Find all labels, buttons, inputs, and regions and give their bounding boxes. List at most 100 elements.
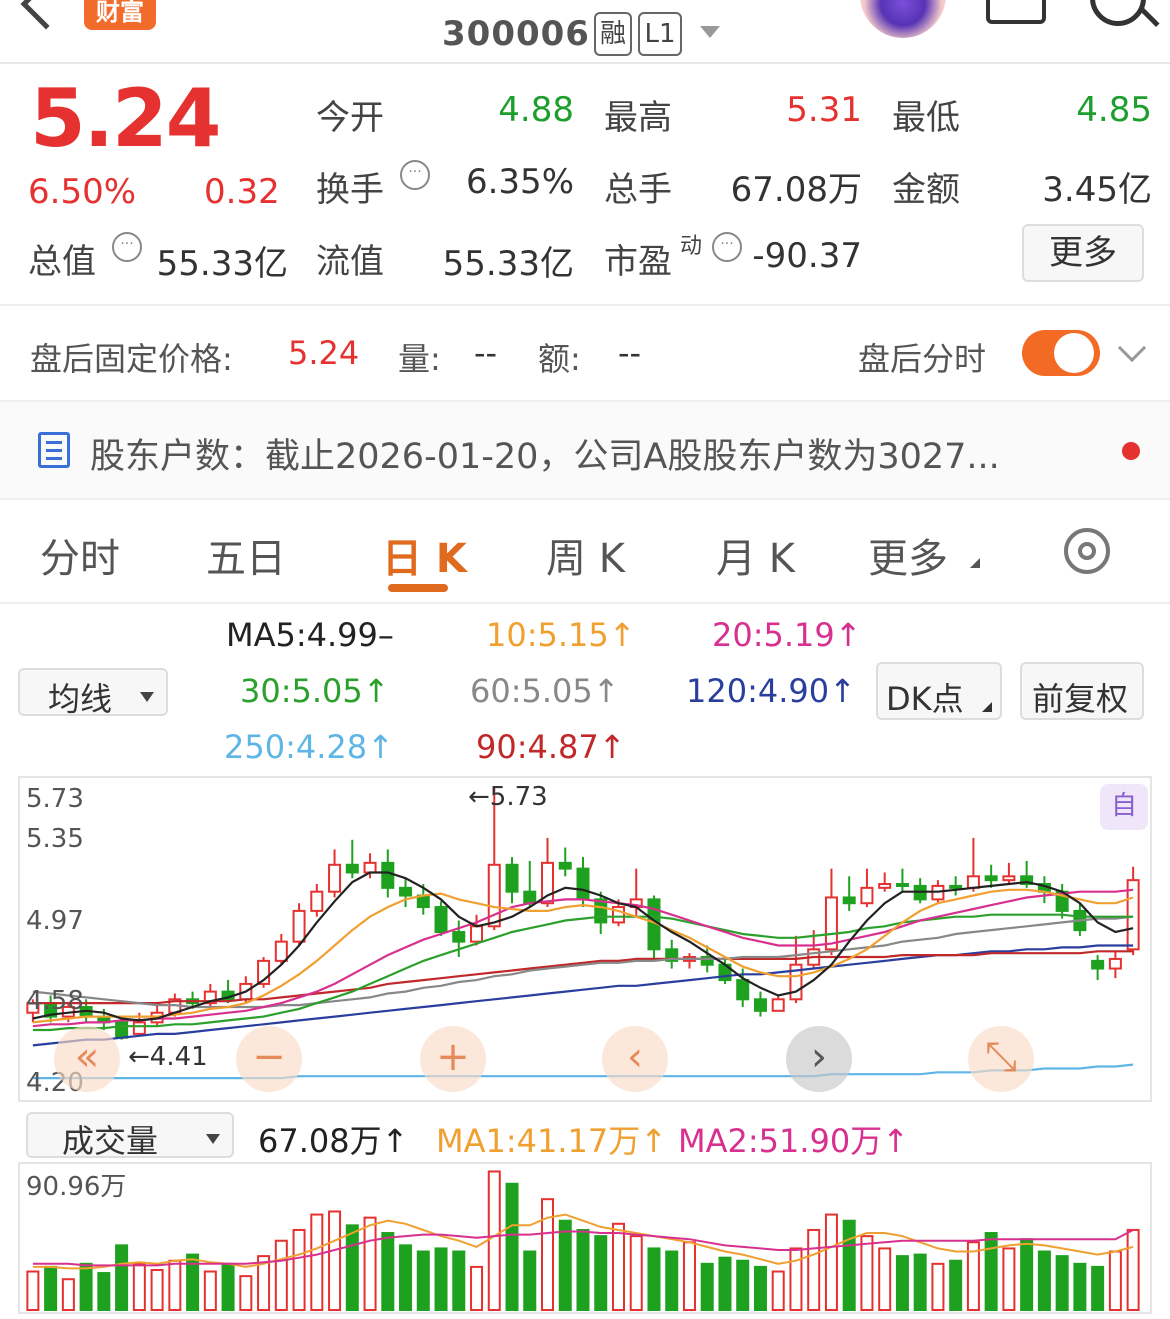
- candle: [523, 890, 537, 905]
- ma90-line: [32, 950, 1134, 1005]
- candle: [966, 875, 980, 889]
- volume-bar: [203, 1270, 217, 1311]
- scroll-right-button[interactable]: ›: [786, 1026, 852, 1092]
- candle: [381, 861, 395, 889]
- ma90-value: 90:4.87↑: [476, 728, 626, 766]
- pe-value: -90.37: [752, 236, 862, 276]
- volume-bar: [381, 1232, 395, 1311]
- high-label: 最高: [604, 98, 672, 138]
- volume-bar: [274, 1239, 288, 1311]
- info-icon[interactable]: ···: [712, 232, 742, 262]
- caret-down-icon[interactable]: [700, 26, 720, 38]
- volume-bar: [523, 1250, 537, 1312]
- candle: [753, 998, 767, 1012]
- open-value: 4.88: [498, 90, 574, 130]
- low-label: 最低: [892, 98, 960, 138]
- info-icon[interactable]: ···: [112, 232, 142, 262]
- volume-bar: [594, 1235, 608, 1311]
- volume-bar: [931, 1262, 945, 1311]
- window-icon[interactable]: [986, 0, 1046, 24]
- ma60-value: 60:5.05↑: [470, 672, 620, 710]
- volume-bar: [61, 1278, 75, 1312]
- change-percent: 6.50%: [28, 172, 137, 212]
- volume-ma1: MA1:41.17万↑: [436, 1122, 668, 1160]
- volume-chart[interactable]: 90.96万: [18, 1162, 1152, 1314]
- volume-bar: [1108, 1250, 1122, 1312]
- tab-week-k[interactable]: 周 K: [546, 526, 625, 584]
- indicator-dropdown[interactable]: 成交量: [26, 1112, 234, 1160]
- volume-bar: [895, 1255, 909, 1311]
- forward-adjust-button[interactable]: 前复权: [1020, 662, 1144, 720]
- volume-bar: [842, 1219, 856, 1312]
- candle: [132, 1021, 146, 1035]
- volume-bar: [26, 1270, 40, 1311]
- tab-more[interactable]: 更多: [868, 526, 948, 584]
- candle: [1002, 875, 1016, 882]
- scroll-left-button[interactable]: ‹: [602, 1026, 668, 1092]
- news-text[interactable]: 股东户数：截止2026-01-20，公司A股股东户数为3027...: [90, 428, 1000, 479]
- volume-bar: [452, 1250, 466, 1312]
- candle: [984, 875, 998, 882]
- volume-bar: [345, 1224, 359, 1311]
- unread-dot: [1122, 442, 1140, 460]
- more-button[interactable]: 更多: [1022, 224, 1144, 282]
- volume-current: 67.08万↑: [258, 1122, 409, 1160]
- volume-value: 67.08万: [730, 170, 862, 210]
- after-hours-vol-label: 量:: [398, 340, 441, 378]
- ma-type-dropdown[interactable]: 均线: [18, 668, 168, 718]
- volume-bar: [984, 1232, 998, 1311]
- pe-label: 市盈: [604, 242, 672, 282]
- self-select-badge[interactable]: 自: [1100, 784, 1148, 830]
- volume-bar: [470, 1265, 484, 1312]
- volume-bar: [949, 1259, 963, 1311]
- volume-bar: [150, 1268, 164, 1311]
- volume-bar: [79, 1262, 93, 1311]
- ma20-value: 20:5.19↑: [712, 616, 862, 654]
- caret-down-icon: [140, 692, 154, 702]
- candle: [895, 883, 909, 887]
- active-tab-indicator: [388, 584, 448, 592]
- tab-month-k[interactable]: 月 K: [716, 526, 795, 584]
- chevron-right-icon: ›: [811, 1034, 827, 1080]
- settings-gear-icon[interactable]: [1064, 528, 1110, 574]
- total-cap-label: 总值: [28, 242, 96, 282]
- fullscreen-button[interactable]: ⤡: [968, 1026, 1034, 1092]
- candle: [771, 998, 785, 1012]
- candle: [399, 886, 413, 897]
- candle: [736, 979, 750, 1001]
- volume-bar: [115, 1244, 129, 1311]
- volume-svg: [26, 1170, 1140, 1312]
- plus-icon: +: [436, 1034, 470, 1080]
- candle: [328, 863, 342, 893]
- info-icon[interactable]: ···: [400, 160, 430, 190]
- volume-bar: [913, 1253, 927, 1311]
- volume-bar: [1091, 1265, 1105, 1312]
- volume-bar: [487, 1170, 501, 1312]
- amount-value: 3.45亿: [1042, 170, 1152, 210]
- zoom-out-button[interactable]: −: [236, 1026, 302, 1092]
- volume-bar: [682, 1241, 696, 1311]
- stock-code[interactable]: 300006: [442, 14, 590, 54]
- kline-chart[interactable]: 5.73 5.35 4.97 4.58 4.20 ←5.73 ←4.41 自 «…: [18, 776, 1152, 1102]
- tab-five-day[interactable]: 五日: [206, 526, 286, 584]
- volume-bar: [789, 1247, 803, 1312]
- dk-point-button[interactable]: DK点: [876, 662, 1002, 720]
- ma120-value: 120:4.90↑: [686, 672, 856, 710]
- scroll-left-fast-button[interactable]: «: [54, 1026, 120, 1092]
- volume-bar: [1020, 1238, 1034, 1311]
- zoom-in-button[interactable]: +: [420, 1026, 486, 1092]
- volume-bar: [328, 1210, 342, 1311]
- candle: [824, 896, 838, 951]
- y-tick-label: 5.73: [26, 784, 84, 814]
- ma10-value: 10:5.15↑: [486, 616, 636, 654]
- candle: [878, 883, 892, 889]
- tab-intraday[interactable]: 分时: [40, 526, 120, 584]
- expand-icon: ⤡: [985, 1034, 1017, 1080]
- volume-bar: [168, 1259, 182, 1311]
- after-hours-toggle-label: 盘后分时: [858, 340, 987, 378]
- divider: [0, 498, 1170, 500]
- volume-bar: [1055, 1255, 1069, 1311]
- tab-day-k[interactable]: 日 K: [382, 526, 467, 584]
- volume-bar: [558, 1219, 572, 1312]
- volume-bar: [44, 1265, 58, 1312]
